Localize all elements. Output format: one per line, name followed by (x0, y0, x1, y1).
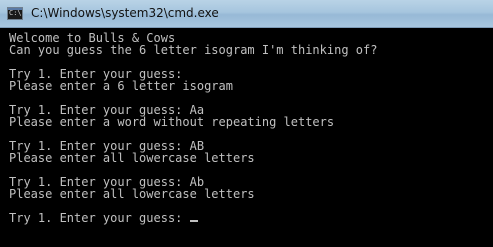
console-prompt-line[interactable]: Try 1. Enter your guess: (9, 212, 377, 224)
window-title: C:\Windows\system32\cmd.exe (31, 6, 219, 20)
console-line: Please enter a 6 letter isogram (9, 79, 233, 93)
console-line: Please enter all lowercase letters (9, 151, 255, 165)
console-lines: Welcome to Bulls & Cows Can you guess th… (9, 32, 377, 224)
console-output[interactable]: Welcome to Bulls & Cows Can you guess th… (0, 28, 493, 247)
console-line: Please enter all lowercase letters (9, 187, 255, 201)
console-line: Please enter a word without repeating le… (9, 115, 335, 129)
cmd-window: C:\ C:\Windows\system32\cmd.exe Welcome … (0, 0, 493, 247)
icon-glyph: C:\ (9, 9, 22, 17)
text-cursor (189, 220, 198, 222)
console-line: Can you guess the 6 letter isogram I'm t… (9, 43, 378, 57)
console-app-icon[interactable]: C:\ (7, 7, 23, 20)
console-prompt: Try 1. Enter your guess: (9, 211, 190, 225)
title-bar[interactable]: C:\ C:\Windows\system32\cmd.exe (0, 0, 493, 28)
